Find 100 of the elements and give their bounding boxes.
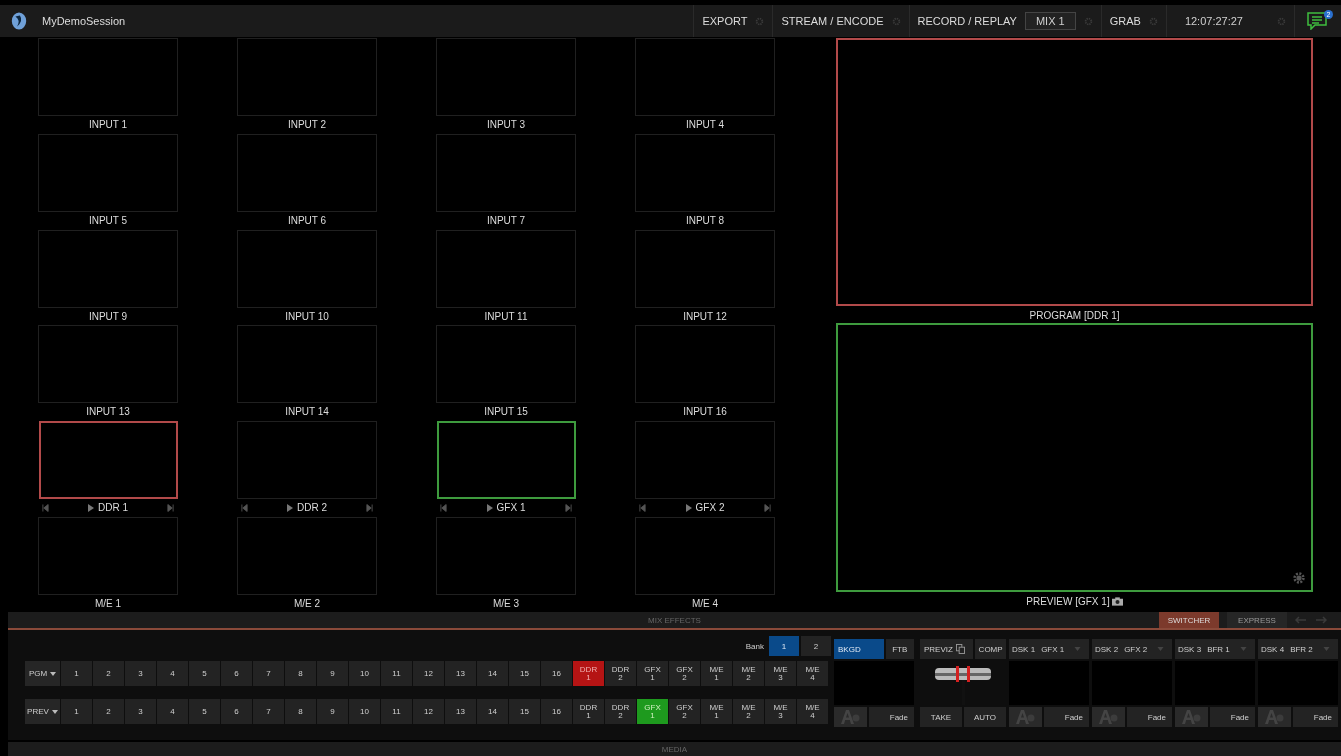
source-button[interactable]: 2 [93, 661, 124, 686]
source-button[interactable]: M/E 4 [797, 699, 828, 724]
settings-icon[interactable] [1277, 16, 1286, 26]
transition-button[interactable]: FTB [885, 639, 914, 659]
comp-button[interactable]: COMP [975, 639, 1006, 659]
effect-button[interactable]: Fade [1043, 707, 1089, 727]
effect-thumbnail[interactable] [1258, 707, 1291, 727]
bank-button[interactable]: 1 [769, 636, 799, 656]
source-button[interactable]: DDR 1 [573, 699, 604, 724]
source-button[interactable]: 13 [445, 661, 476, 686]
play-icon[interactable] [486, 503, 493, 512]
effect-thumbnail[interactable] [1009, 707, 1042, 727]
source-dropdown[interactable]: GFX 2 [1124, 644, 1165, 654]
source-button[interactable]: 9 [317, 661, 348, 686]
source-button[interactable]: 11 [381, 661, 412, 686]
camera-icon[interactable] [1111, 597, 1123, 606]
menu-item[interactable]: RECORD / REPLAY [917, 15, 1017, 27]
source-button[interactable]: 16 [541, 661, 572, 686]
tab[interactable]: EXPRESS [1227, 612, 1287, 628]
skip-forward-icon[interactable] [764, 503, 771, 512]
source-button[interactable]: 12 [413, 699, 444, 724]
source-button[interactable]: M/E 2 [733, 699, 764, 724]
tab[interactable]: SWITCHER [1159, 612, 1219, 628]
source-button[interactable]: 15 [509, 699, 540, 724]
source-button[interactable]: GFX 2 [669, 699, 700, 724]
source-button[interactable]: 3 [125, 699, 156, 724]
bus-dropdown[interactable]: PREV [25, 699, 60, 724]
source-button[interactable]: 14 [477, 661, 508, 686]
source-button[interactable]: DDR 2 [605, 661, 636, 686]
source-button[interactable]: 12 [413, 661, 444, 686]
settings-icon[interactable] [755, 16, 765, 26]
settings-icon[interactable] [1292, 571, 1306, 585]
source-button[interactable]: 7 [253, 699, 284, 724]
source-button[interactable]: 14 [477, 699, 508, 724]
source-dropdown[interactable]: BFR 1 [1207, 644, 1247, 654]
source-button[interactable]: M/E 3 [765, 699, 796, 724]
redo-icon[interactable] [1315, 616, 1327, 624]
source-button[interactable]: 6 [221, 661, 252, 686]
take-button[interactable]: TAKE [920, 707, 962, 727]
effect-thumbnail[interactable] [1092, 707, 1125, 727]
bank-button[interactable]: 2 [801, 636, 831, 656]
skip-forward-icon[interactable] [366, 503, 373, 512]
source-button[interactable]: DDR 1 [573, 661, 604, 686]
source-button[interactable]: 11 [381, 699, 412, 724]
source-button[interactable]: GFX 1 [637, 661, 668, 686]
source-button[interactable]: GFX 2 [669, 661, 700, 686]
skip-forward-icon[interactable] [565, 503, 572, 512]
source-button[interactable]: M/E 4 [797, 661, 828, 686]
skip-forward-icon[interactable] [167, 503, 174, 512]
skip-back-icon[interactable] [440, 503, 447, 512]
source-button[interactable]: 5 [189, 699, 220, 724]
source-monitor[interactable] [38, 421, 178, 500]
effect-button[interactable]: Fade [1292, 707, 1338, 727]
source-button[interactable]: 15 [509, 661, 540, 686]
source-button[interactable]: 13 [445, 699, 476, 724]
settings-icon[interactable] [891, 16, 901, 26]
settings-icon[interactable] [1148, 16, 1158, 26]
menu-item[interactable]: EXPORT [702, 15, 748, 27]
settings-icon[interactable] [1083, 16, 1093, 26]
source-dropdown[interactable]: GFX 1 [1041, 644, 1082, 654]
menu-item[interactable]: GRAB [1109, 15, 1141, 27]
output-selector[interactable]: MIX 1 [1024, 12, 1076, 30]
effect-button[interactable]: Fade [1126, 707, 1172, 727]
source-button[interactable]: 10 [349, 699, 380, 724]
source-monitor[interactable] [436, 421, 576, 500]
effect-button[interactable]: Fade [1209, 707, 1255, 727]
source-button[interactable]: 8 [285, 699, 316, 724]
source-button[interactable]: 5 [189, 661, 220, 686]
source-button[interactable]: M/E 3 [765, 661, 796, 686]
source-button[interactable]: 8 [285, 661, 316, 686]
source-dropdown[interactable]: BFR 2 [1290, 644, 1330, 654]
effect-thumbnail[interactable] [834, 707, 867, 727]
source-button[interactable]: 4 [157, 699, 188, 724]
source-button[interactable]: 2 [93, 699, 124, 724]
skip-back-icon[interactable] [639, 503, 646, 512]
transition-button[interactable]: BKGD [834, 639, 884, 659]
source-button[interactable]: 1 [61, 699, 92, 724]
skip-back-icon[interactable] [241, 503, 248, 512]
auto-button[interactable]: AUTO [964, 707, 1006, 727]
play-icon[interactable] [287, 503, 293, 512]
source-button[interactable]: M/E 1 [701, 699, 732, 724]
skip-back-icon[interactable] [42, 503, 49, 512]
previz-button[interactable]: PREVIZ [920, 639, 974, 659]
effect-button[interactable]: Fade [868, 707, 914, 727]
effect-thumbnail[interactable] [1175, 707, 1208, 727]
source-button[interactable]: 4 [157, 661, 188, 686]
source-button[interactable]: 9 [317, 699, 348, 724]
menu-item[interactable]: STREAM / ENCODE [781, 15, 884, 27]
undo-icon[interactable] [1295, 616, 1307, 624]
source-button[interactable]: M/E 2 [733, 661, 764, 686]
source-button[interactable]: 10 [349, 661, 380, 686]
source-button[interactable]: M/E 1 [701, 661, 732, 686]
source-button[interactable]: 16 [541, 699, 572, 724]
source-button[interactable]: 1 [61, 661, 92, 686]
play-icon[interactable] [88, 503, 94, 512]
play-icon[interactable] [685, 503, 692, 512]
source-button[interactable]: DDR 2 [605, 699, 636, 724]
bus-dropdown[interactable]: PGM [25, 661, 60, 686]
source-button[interactable]: 6 [221, 699, 252, 724]
source-button[interactable]: 7 [253, 661, 284, 686]
